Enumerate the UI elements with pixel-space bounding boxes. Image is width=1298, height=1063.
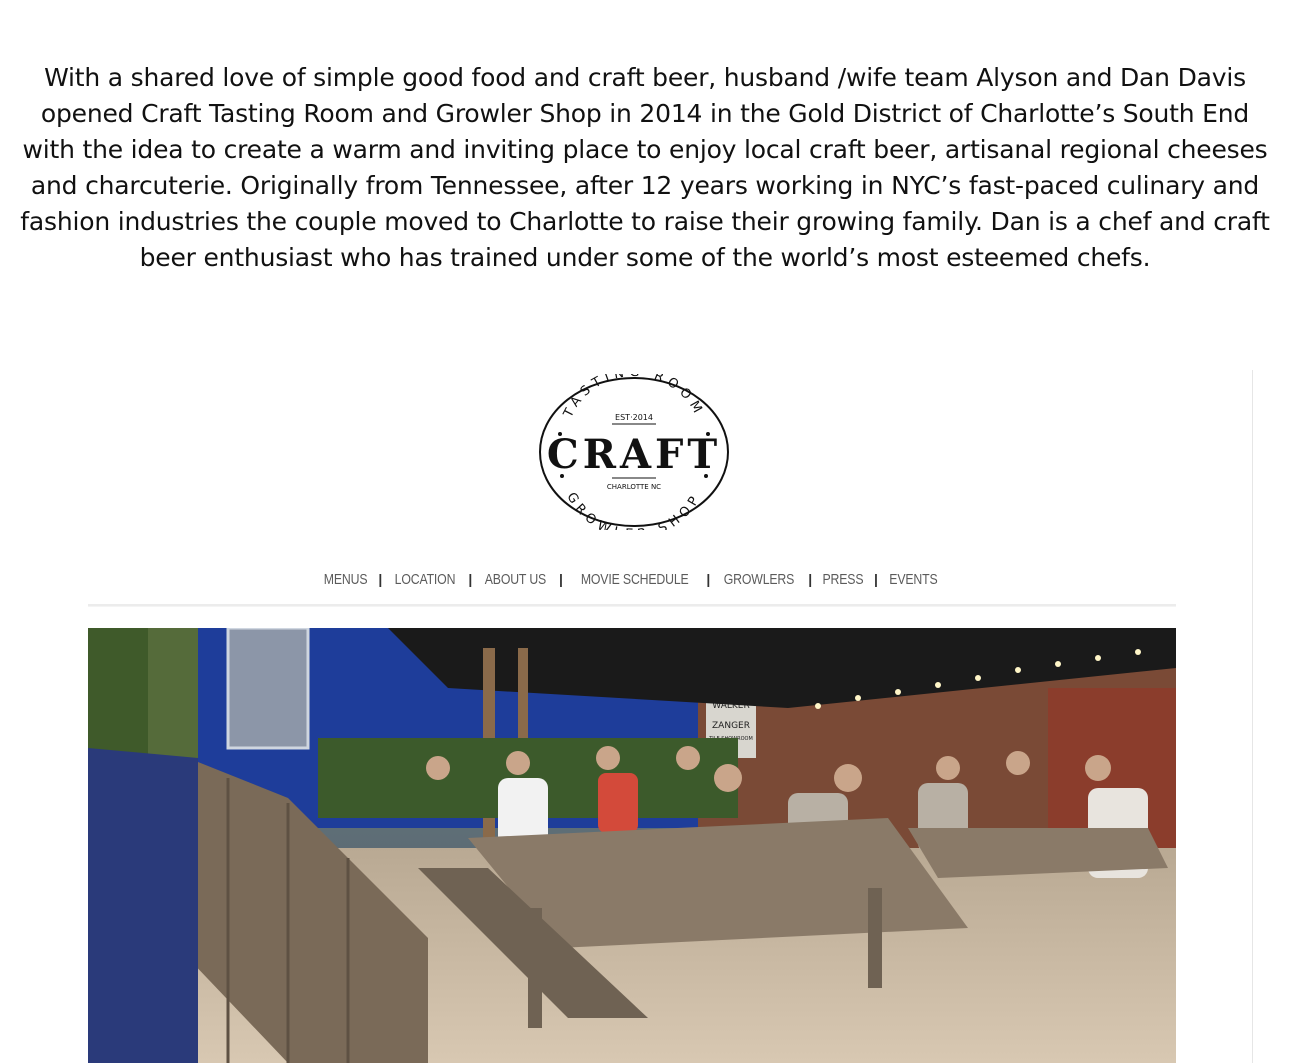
nav-item-about-us[interactable]: ABOUT US: [485, 571, 547, 588]
nav-item-press[interactable]: PRESS: [823, 571, 864, 588]
logo-est-year: EST·2014: [615, 413, 653, 422]
nav-separator: |: [874, 571, 878, 587]
nav-item-location[interactable]: LOCATION: [395, 571, 456, 588]
intro-paragraph: With a shared love of simple good food a…: [20, 63, 1270, 272]
logo-wordmark: CRAFT: [547, 431, 721, 478]
nav-separator: |: [808, 571, 813, 587]
nav-item-menus[interactable]: MENUS: [324, 571, 368, 588]
movie-screen: [226, 628, 310, 750]
nav-separator: |: [378, 571, 383, 587]
nav-item-movie-schedule[interactable]: MOVIE SCHEDULE: [581, 571, 689, 588]
nav-separator: |: [706, 571, 711, 587]
logo-bottom-arc-text: GROWLER SHOP: [563, 490, 704, 530]
main-nav: MENUS | LOCATION | ABOUT US | MOVIE SCHE…: [20, 568, 1242, 590]
svg-text:ZANGER: ZANGER: [712, 721, 750, 731]
logo-city: CHARLOTTE NC: [607, 483, 661, 491]
nav-divider: [88, 604, 1176, 607]
hero-photo-patio: WALKER ZANGER TILE SHOWROOM: [88, 628, 1176, 1063]
nav-item-events[interactable]: EVENTS: [889, 571, 937, 588]
nav-separator: |: [468, 571, 473, 587]
website-screenshot: TASTING ROOM GROWLER SHOP EST·2014 CRAFT…: [20, 370, 1253, 1063]
craft-logo[interactable]: TASTING ROOM GROWLER SHOP EST·2014 CRAFT…: [536, 374, 732, 530]
nav-separator: |: [559, 571, 563, 587]
nav-item-growlers[interactable]: GROWLERS: [724, 571, 795, 588]
